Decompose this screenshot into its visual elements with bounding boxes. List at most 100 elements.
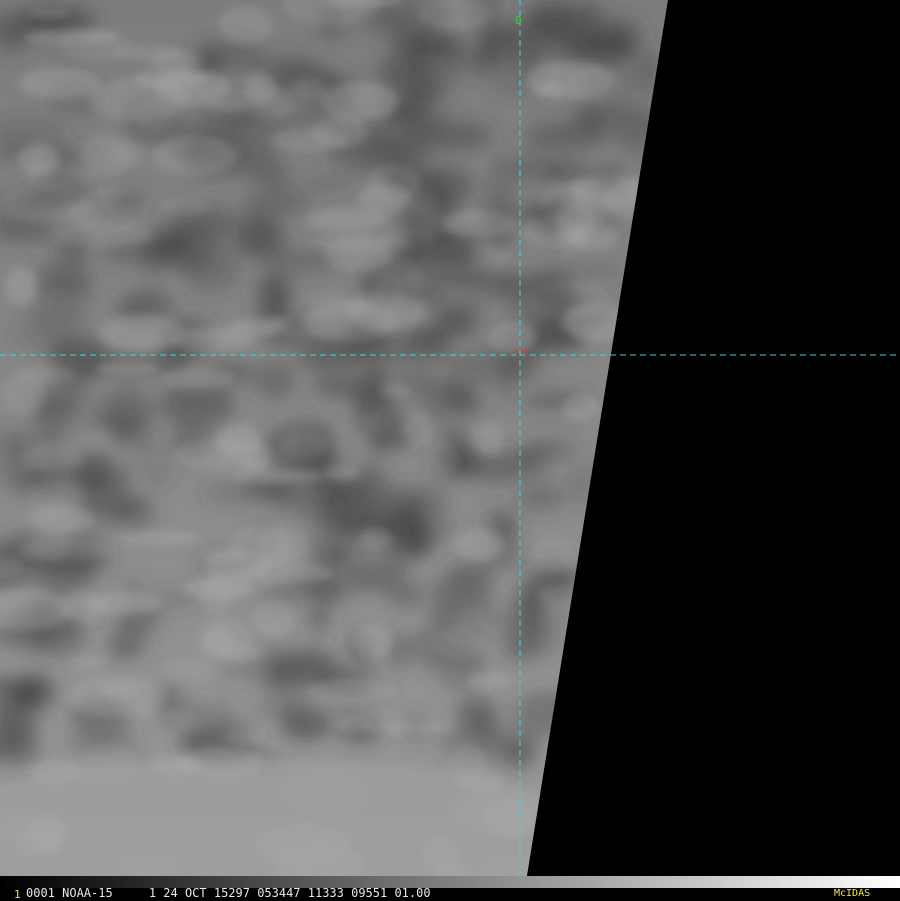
cloud-blob	[53, 221, 153, 249]
cloud-blob	[29, 6, 70, 19]
cloud-blob	[309, 603, 330, 633]
cloud-blob	[386, 580, 425, 609]
cloud-blob	[354, 506, 372, 523]
cloud-blob	[389, 631, 408, 671]
cloud-blob	[149, 50, 202, 72]
cloud-blob	[161, 658, 218, 683]
cloud-blob	[402, 408, 433, 447]
cloud-blob	[510, 449, 547, 468]
cloud-blob	[310, 115, 369, 150]
cloud-blob	[514, 485, 566, 511]
cloud-blob	[218, 5, 274, 44]
cloud-blob	[423, 632, 487, 658]
cloud-blob	[225, 729, 264, 746]
cloud-blob	[20, 669, 58, 714]
cloud-blob	[160, 367, 235, 390]
cloud-blob	[181, 250, 241, 293]
cloud-blob	[95, 361, 160, 375]
cloud-blob	[152, 135, 238, 176]
cloud-blob	[284, 644, 332, 676]
cloud-blob	[89, 77, 189, 122]
cloud-blob	[256, 361, 295, 401]
cloud-blob	[401, 538, 430, 560]
cloud-blob	[497, 371, 520, 409]
cloud-blob	[353, 624, 393, 659]
cloud-blob	[435, 310, 477, 338]
cloud-blob	[279, 707, 332, 742]
cloud-blob	[495, 614, 526, 632]
cloud-blob	[280, 429, 328, 460]
cloud-blob	[80, 429, 112, 454]
cloud-blob	[5, 267, 38, 306]
image-metadata-text: 0001 NOAA-15 1 24 OCT 15297 053447 11333…	[26, 886, 431, 900]
cloud-blob	[429, 439, 458, 476]
cloud-blob	[497, 742, 534, 770]
cloud-blob	[323, 466, 359, 480]
cloud-blob	[196, 40, 264, 72]
cloud-blob	[259, 159, 292, 192]
cloud-blob	[117, 530, 201, 546]
cloud-blob	[201, 482, 270, 503]
cloud-blob	[161, 225, 214, 241]
cloud-blob	[537, 181, 619, 225]
cloud-blob	[159, 197, 211, 216]
cloud-blob	[113, 416, 138, 447]
cloud-blob	[359, 527, 392, 550]
cloud-blob	[319, 81, 399, 122]
cloud-blob	[19, 444, 84, 472]
cloud-blob	[419, 239, 509, 275]
cloud-blob	[252, 599, 295, 637]
cloud-blob	[23, 29, 118, 46]
cloud-blob	[0, 184, 92, 223]
cloud-blob	[261, 272, 289, 313]
cloud-blob	[216, 644, 262, 661]
cloud-blob	[515, 467, 551, 481]
cloud-blob	[1, 725, 26, 741]
cloud-blob	[203, 211, 281, 257]
cloud-blob	[18, 68, 101, 99]
cloud-blob	[332, 716, 373, 732]
cloud-blob	[109, 142, 149, 165]
cloud-blob	[168, 689, 224, 731]
cloud-blob	[482, 24, 518, 58]
cloud-blob	[229, 470, 325, 483]
frame-number: 1	[14, 888, 21, 901]
cloud-blob	[306, 208, 389, 232]
cloud-blob	[18, 364, 77, 383]
cloud-blob	[97, 314, 184, 352]
cloud-blob	[382, 382, 411, 398]
cloud-blob	[216, 424, 262, 458]
cloud-blob	[292, 78, 328, 100]
cloud-blob	[453, 528, 504, 562]
cloud-blob	[243, 86, 296, 120]
cloud-blob	[571, 99, 604, 126]
cloud-blob	[198, 576, 233, 615]
cloud-blob	[566, 66, 625, 104]
cloud-blob	[69, 655, 105, 670]
latitude-label: -15	[507, 348, 527, 361]
cloud-blob	[430, 32, 463, 60]
cloud-blob	[362, 720, 454, 736]
cloud-blob	[554, 262, 633, 281]
cloud-blob	[29, 528, 71, 562]
cloud-blob	[442, 210, 518, 239]
cloud-blob	[531, 537, 577, 573]
cloud-blob	[391, 137, 425, 155]
cloud-blob	[26, 307, 92, 322]
cloud-blob	[364, 365, 389, 384]
cloud-blob	[86, 592, 164, 615]
satellite-image	[0, 0, 900, 900]
cloud-blob	[253, 672, 289, 691]
cloud-blob	[501, 628, 541, 663]
cloud-blob	[38, 257, 92, 297]
cloud-blob	[373, 273, 406, 316]
cloud-blob	[316, 692, 366, 709]
cloud-blob	[459, 392, 479, 419]
longitude-label: 0	[515, 14, 522, 27]
cloud-blob	[82, 184, 139, 199]
cloud-blob	[254, 526, 308, 567]
cloud-blob	[325, 237, 394, 273]
cloud-blob	[426, 611, 459, 624]
cloud-blob	[455, 698, 499, 726]
cloud-blob	[144, 458, 172, 489]
